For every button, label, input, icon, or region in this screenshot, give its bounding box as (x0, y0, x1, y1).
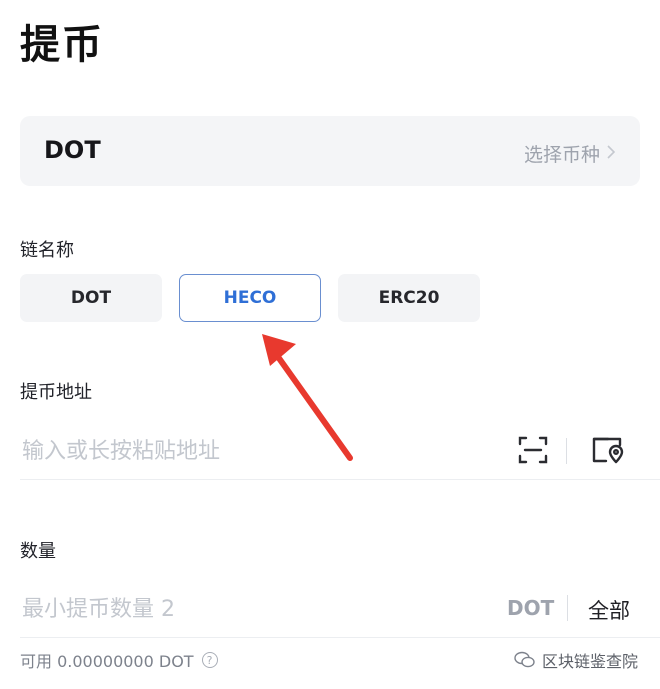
chain-option-dot[interactable]: DOT (20, 274, 162, 322)
chain-option-erc20[interactable]: ERC20 (338, 274, 480, 322)
amount-unit: DOT (507, 596, 555, 620)
address-row (20, 420, 660, 480)
selected-coin: DOT (44, 136, 101, 164)
watermark-text: 区块链鉴查院 (541, 652, 638, 671)
watermark: 区块链鉴查院 (514, 648, 638, 672)
scan-icon[interactable] (516, 433, 550, 467)
address-input[interactable] (20, 434, 464, 468)
wechat-icon (514, 651, 536, 669)
divider (566, 438, 567, 464)
chain-option-heco[interactable]: HECO (179, 274, 321, 322)
chain-name-label: 链名称 (20, 240, 74, 261)
available-balance-text: 可用 0.00000000 DOT (20, 652, 194, 671)
select-coin-label: 选择币种 (523, 144, 600, 166)
withdraw-all-button[interactable]: 全部 (588, 595, 630, 625)
chevron-right-icon (606, 143, 616, 165)
coin-selector[interactable]: DOT 选择币种 (20, 116, 640, 186)
select-coin-link[interactable]: 选择币种 (524, 140, 616, 167)
amount-label: 数量 (20, 541, 56, 562)
amount-input[interactable] (20, 592, 464, 626)
page-title: 提币 (20, 22, 104, 68)
divider (567, 595, 568, 621)
address-label: 提币地址 (20, 382, 92, 403)
amount-row: DOT 全部 (20, 578, 660, 638)
available-balance: 可用 0.00000000 DOT ? (20, 648, 218, 672)
help-icon[interactable]: ? (201, 652, 218, 668)
address-book-icon[interactable] (590, 433, 624, 467)
